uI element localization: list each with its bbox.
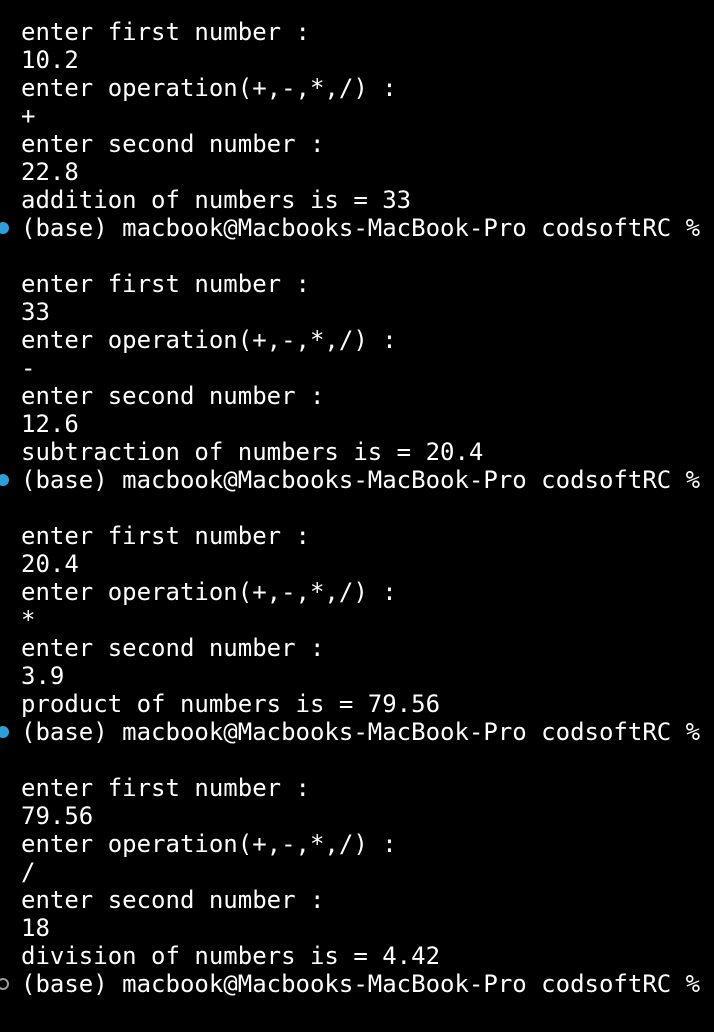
line-text: enter operation(+,-,*,/) :	[21, 74, 397, 102]
output-line: product of numbers is = 79.56	[0, 690, 714, 718]
output-line: subtraction of numbers is = 20.4	[0, 438, 714, 466]
line-text: enter first number :	[21, 18, 310, 46]
line-text: 79.56	[21, 802, 94, 830]
output-line: 12.6	[0, 410, 714, 438]
output-line: 10.2	[0, 46, 714, 74]
shell-prompt-line: (base) macbook@Macbooks-MacBook-Pro cods…	[0, 970, 714, 998]
line-text: enter operation(+,-,*,/) :	[21, 578, 397, 606]
shell-prompt-line: (base) macbook@Macbooks-MacBook-Pro cods…	[0, 214, 714, 242]
line-text: 33	[21, 298, 50, 326]
line-text: 20.4	[21, 550, 79, 578]
output-line: *	[0, 606, 714, 634]
output-line: addition of numbers is = 33	[0, 186, 714, 214]
line-text: subtraction of numbers is = 20.4	[21, 438, 484, 466]
output-line: enter first number :	[0, 18, 714, 46]
line-text: -	[21, 354, 36, 382]
terminal-output[interactable]: enter first number :10.2 enter operation(…	[0, 18, 714, 998]
line-text: /	[21, 858, 36, 886]
line-text: +	[21, 102, 36, 130]
output-line: enter second number :	[0, 130, 714, 158]
line-text: product of numbers is = 79.56	[21, 690, 441, 718]
line-text: enter second number :	[21, 886, 325, 914]
prompt-text: (base) macbook@Macbooks-MacBook-Pro cods…	[21, 970, 701, 998]
output-line: 20.4	[0, 550, 714, 578]
output-line: 79.56	[0, 802, 714, 830]
output-line: enter second number :	[0, 886, 714, 914]
line-text: enter second number :	[21, 634, 325, 662]
line-text: enter first number :	[21, 270, 310, 298]
output-line: enter first number :	[0, 774, 714, 802]
output-line: enter second number :	[0, 634, 714, 662]
output-line: +	[0, 102, 714, 130]
line-text: 18	[21, 914, 50, 942]
command-pending-dot-icon[interactable]	[0, 978, 9, 990]
output-line: enter first number :	[0, 270, 714, 298]
output-line: enter operation(+,-,*,/) :	[0, 830, 714, 858]
prompt-text: (base) macbook@Macbooks-MacBook-Pro cods…	[21, 718, 714, 746]
output-line: 22.8	[0, 158, 714, 186]
line-text: division of numbers is = 4.42	[21, 942, 441, 970]
prompt-text: (base) macbook@Macbooks-MacBook-Pro cods…	[21, 466, 714, 494]
prompt-text: (base) macbook@Macbooks-MacBook-Pro cods…	[21, 214, 714, 242]
line-text: 12.6	[21, 410, 79, 438]
shell-prompt-line: (base) macbook@Macbooks-MacBook-Pro cods…	[0, 466, 714, 494]
command-status-dot-icon[interactable]	[0, 726, 9, 738]
line-text: 3.9	[21, 662, 65, 690]
line-text: enter second number :	[21, 382, 325, 410]
output-line: division of numbers is = 4.42	[0, 942, 714, 970]
line-text: addition of numbers is = 33	[21, 186, 412, 214]
line-text: 22.8	[21, 158, 79, 186]
shell-prompt-line: (base) macbook@Macbooks-MacBook-Pro cods…	[0, 718, 714, 746]
line-text: enter operation(+,-,*,/) :	[21, 326, 397, 354]
line-text: *	[21, 606, 36, 634]
output-line: /	[0, 858, 714, 886]
output-line: enter operation(+,-,*,/) :	[0, 578, 714, 606]
line-text: 10.2	[21, 46, 79, 74]
line-text: enter first number :	[21, 522, 310, 550]
output-line: -	[0, 354, 714, 382]
command-status-dot-icon[interactable]	[0, 222, 9, 234]
command-status-dot-icon[interactable]	[0, 474, 9, 486]
output-line: 3.9	[0, 662, 714, 690]
line-text: enter operation(+,-,*,/) :	[21, 830, 397, 858]
output-line: enter second number :	[0, 382, 714, 410]
line-text: enter second number :	[21, 130, 325, 158]
line-text: enter first number :	[21, 774, 310, 802]
output-line: 18	[0, 914, 714, 942]
output-line: enter first number :	[0, 522, 714, 550]
output-line: enter operation(+,-,*,/) :	[0, 74, 714, 102]
output-line: 33	[0, 298, 714, 326]
output-line: enter operation(+,-,*,/) :	[0, 326, 714, 354]
